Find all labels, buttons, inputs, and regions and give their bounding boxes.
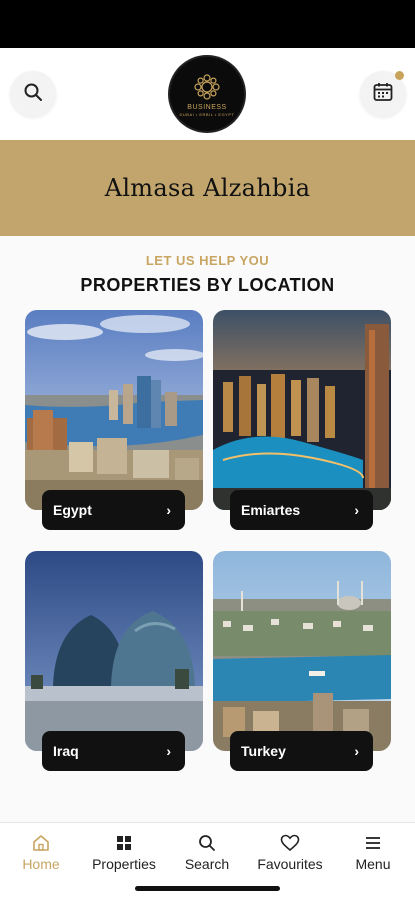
section-title: PROPERTIES BY LOCATION xyxy=(80,275,335,295)
chevron-right-icon: › xyxy=(166,743,171,759)
nav-label-menu: Menu xyxy=(355,856,391,872)
section-eyebrow: LET US HELP YOU xyxy=(145,253,270,268)
menu-icon xyxy=(333,833,413,853)
chevron-right-icon: › xyxy=(354,502,359,518)
company-banner: Almasa Alzahbia xyxy=(0,140,415,236)
location-image-iraq xyxy=(25,551,203,751)
location-name: Iraq xyxy=(53,743,79,759)
nav-item-properties[interactable]: Properties xyxy=(84,833,164,872)
location-label-emirates[interactable]: Emiartes › xyxy=(230,490,373,530)
location-name: Emiartes xyxy=(241,502,301,518)
location-image-turkey xyxy=(213,551,391,751)
nav-item-menu[interactable]: Menu xyxy=(333,833,413,872)
notification-dot xyxy=(395,71,404,80)
nav-label-favourites: Favourites xyxy=(257,856,323,872)
search-button[interactable] xyxy=(10,71,56,117)
location-label-turkey[interactable]: Turkey › xyxy=(230,731,373,771)
nav-label-search: Search xyxy=(184,856,230,872)
app-header: BUSINESS DUBAI • ERBIL • EGYPT xyxy=(0,48,415,140)
logo-mark-icon xyxy=(194,73,220,100)
grid-icon xyxy=(84,833,164,853)
location-image-egypt xyxy=(25,310,203,510)
search-icon xyxy=(23,82,43,106)
home-indicator xyxy=(135,886,280,891)
location-name: Turkey xyxy=(241,743,286,759)
status-bar xyxy=(0,0,415,48)
location-card-emirates[interactable]: Emiartes › xyxy=(213,310,391,532)
nav-item-search[interactable]: Search xyxy=(167,833,247,872)
location-label-iraq[interactable]: Iraq › xyxy=(42,731,185,771)
location-name: Egypt xyxy=(53,502,92,518)
calendar-icon xyxy=(372,81,394,107)
nav-item-home[interactable]: Home xyxy=(1,833,81,872)
home-icon xyxy=(1,833,81,853)
brand-logo[interactable]: BUSINESS DUBAI • ERBIL • EGYPT xyxy=(170,57,244,131)
location-label-egypt[interactable]: Egypt › xyxy=(42,490,185,530)
search-icon xyxy=(167,833,247,853)
chevron-right-icon: › xyxy=(166,502,171,518)
nav-label-home: Home xyxy=(22,856,60,872)
nav-item-favourites[interactable]: Favourites xyxy=(250,833,330,872)
location-card-iraq[interactable]: Iraq › xyxy=(25,551,203,773)
chevron-right-icon: › xyxy=(354,743,359,759)
location-card-turkey[interactable]: Turkey › xyxy=(213,551,391,773)
location-card-egypt[interactable]: Egypt › xyxy=(25,310,203,532)
location-image-emirates xyxy=(213,310,391,510)
logo-title: BUSINESS xyxy=(187,103,227,111)
nav-label-properties: Properties xyxy=(92,856,156,872)
logo-subtitle: DUBAI • ERBIL • EGYPT xyxy=(179,111,235,117)
company-name: Almasa Alzahbia xyxy=(104,174,311,202)
heart-icon xyxy=(250,833,330,853)
calendar-button[interactable] xyxy=(360,71,406,117)
